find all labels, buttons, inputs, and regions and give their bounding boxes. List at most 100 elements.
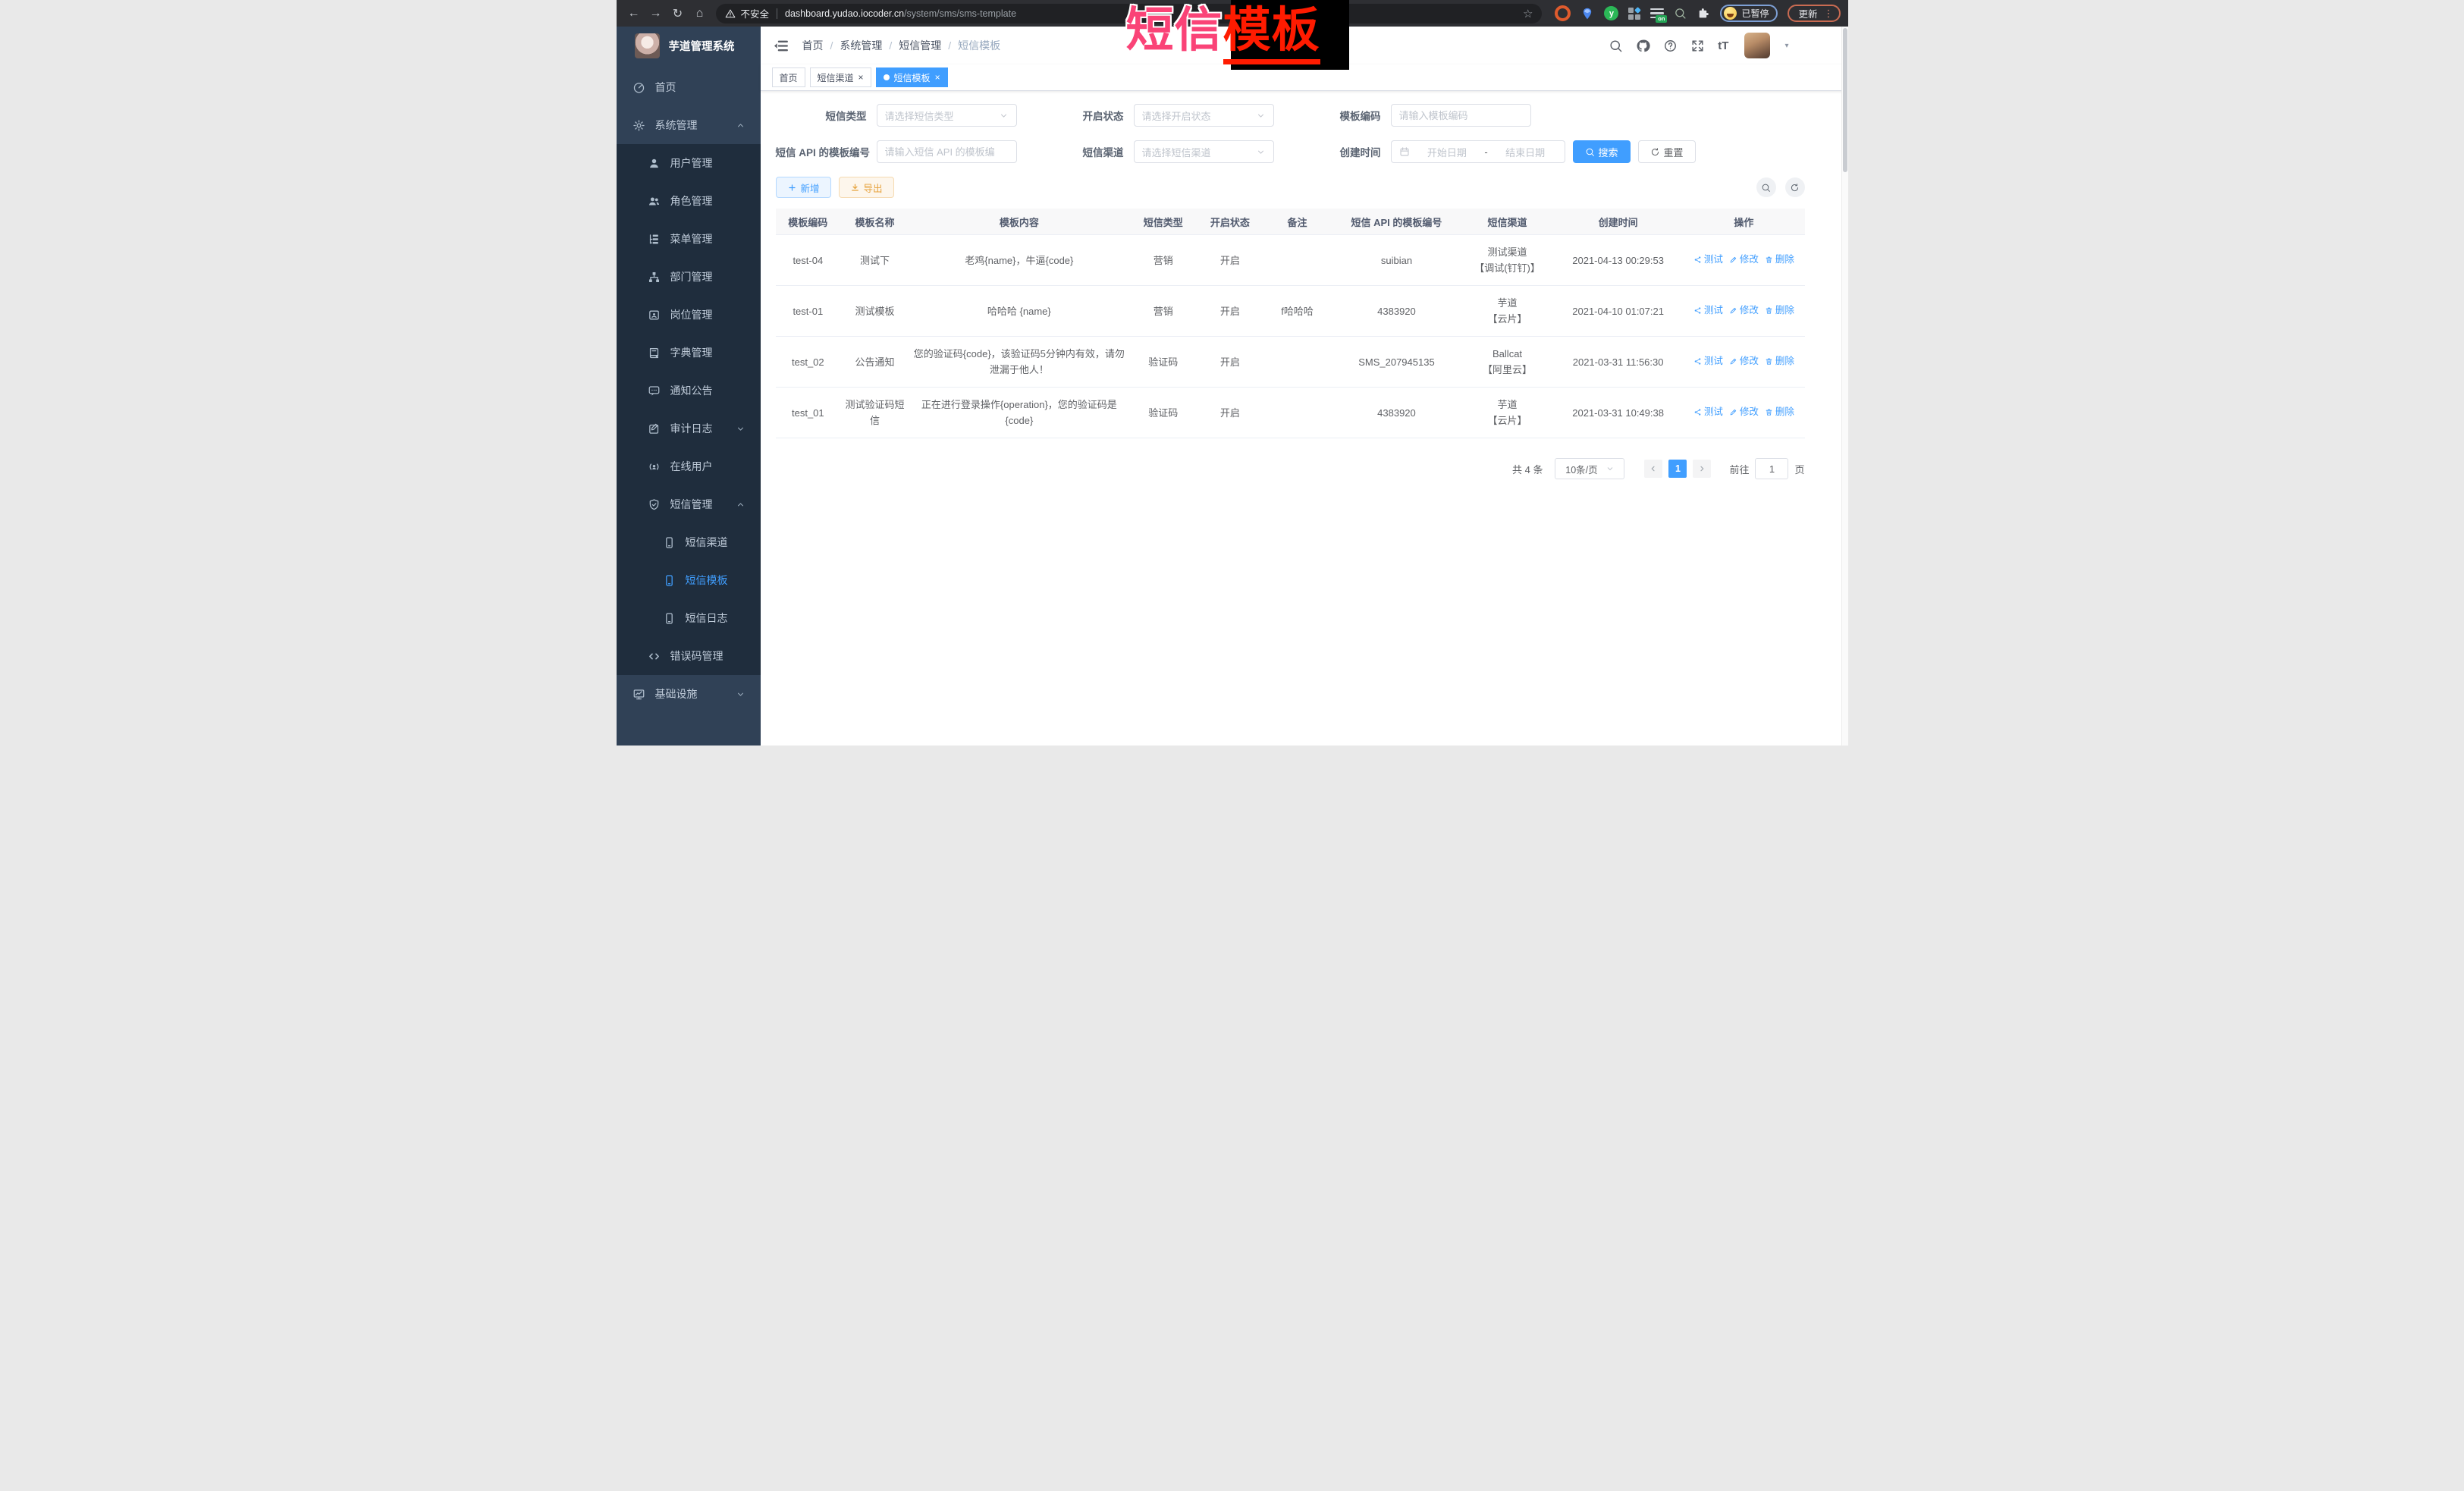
- user-avatar[interactable]: [1744, 33, 1770, 58]
- browser-reload-icon[interactable]: ↻: [668, 4, 688, 24]
- address-bar[interactable]: 不安全 dashboard.yudao.iocoder.cn/system/sm…: [716, 4, 1543, 24]
- cell-status: 开启: [1197, 235, 1263, 286]
- sidebar-collapse-icon[interactable]: [773, 38, 789, 54]
- sms-template-table: 模板编码模板名称模板内容短信类型开启状态备注短信 API 的模板编号短信渠道创建…: [776, 209, 1805, 438]
- profile-paused-chip[interactable]: 已暂停: [1720, 5, 1778, 22]
- sidebar-item-infra[interactable]: 基础设施: [617, 675, 761, 713]
- page-number-1[interactable]: 1: [1668, 460, 1687, 478]
- extension-y-icon[interactable]: y: [1604, 6, 1618, 20]
- sidebar-item-post[interactable]: 岗位管理: [617, 296, 761, 334]
- column-header-name: 模板名称: [840, 209, 909, 235]
- column-header-create_time: 创建时间: [1553, 209, 1683, 235]
- row-action-delete[interactable]: 删除: [1765, 353, 1794, 369]
- sidebar-item-sms-log[interactable]: 短信日志: [617, 599, 761, 637]
- row-action-delete[interactable]: 删除: [1765, 404, 1794, 420]
- sidebar-item-sms-channel[interactable]: 短信渠道: [617, 523, 761, 561]
- fullscreen-icon[interactable]: [1690, 39, 1705, 53]
- tab-sms-template[interactable]: 短信模板 ×: [876, 67, 948, 87]
- breadcrumb-separator: /: [830, 39, 833, 52]
- add-button[interactable]: 新增: [776, 177, 831, 198]
- sidebar-item-system[interactable]: 系统管理: [617, 106, 761, 144]
- chevron-down-icon: [1256, 111, 1266, 121]
- tab-home[interactable]: 首页: [772, 67, 805, 87]
- cell-api_template_id: 4383920: [1332, 388, 1461, 438]
- row-action-test[interactable]: 测试: [1693, 404, 1723, 420]
- kebab-menu-icon[interactable]: ⋮: [1824, 8, 1834, 20]
- sidebar-item-sms-template[interactable]: 短信模板: [617, 561, 761, 599]
- extension-grid-icon[interactable]: [1628, 8, 1640, 20]
- cell-channel: 芋道 【云片】: [1461, 388, 1553, 438]
- sidebar-item-home[interactable]: 首页: [617, 68, 761, 106]
- reset-button[interactable]: 重置: [1638, 140, 1696, 163]
- filter-create-time-daterange[interactable]: 开始日期 - 结束日期: [1391, 140, 1565, 163]
- sidebar-item-user[interactable]: 用户管理: [617, 144, 761, 182]
- sidebar-item-online-user[interactable]: 在线用户: [617, 447, 761, 485]
- tab-close-icon[interactable]: ×: [858, 73, 864, 82]
- filter-enable-status-select[interactable]: 请选择开启状态: [1134, 104, 1274, 127]
- cell-status: 开启: [1197, 388, 1263, 438]
- row-action-edit[interactable]: 修改: [1729, 353, 1759, 369]
- github-icon[interactable]: [1636, 39, 1650, 53]
- font-size-icon[interactable]: tT: [1718, 39, 1728, 52]
- filter-sms-channel-select[interactable]: 请选择短信渠道: [1134, 140, 1274, 163]
- extension-list-icon[interactable]: on: [1650, 8, 1664, 20]
- sidebar-item-error-code[interactable]: 错误码管理: [617, 637, 761, 675]
- sidebar-item-role[interactable]: 角色管理: [617, 182, 761, 220]
- extension-pin-icon[interactable]: [1580, 7, 1594, 20]
- avatar-caret-down-icon[interactable]: ▾: [1784, 42, 1788, 50]
- row-action-edit[interactable]: 修改: [1729, 252, 1759, 268]
- sidebar-item-dict[interactable]: 字典管理: [617, 334, 761, 372]
- sidebar: 芋道管理系统 首页 系统管理 用户管理 角色管理 菜单管理 部门管理 岗位管理: [617, 27, 761, 746]
- extension-ring-icon[interactable]: [1555, 5, 1571, 21]
- breadcrumb-item-0[interactable]: 首页: [802, 38, 824, 53]
- extensions-puzzle-icon[interactable]: [1697, 7, 1710, 20]
- search-icon[interactable]: [1609, 39, 1623, 53]
- bookmark-star-icon[interactable]: ☆: [1523, 7, 1533, 20]
- tab-close-icon[interactable]: ×: [935, 73, 940, 82]
- window-scrollbar[interactable]: [1841, 27, 1848, 746]
- app-logo[interactable]: 芋道管理系统: [617, 27, 761, 64]
- not-secure-warning-icon: [725, 8, 736, 19]
- sidebar-item-sms[interactable]: 短信管理: [617, 485, 761, 523]
- page-size-select[interactable]: 10条/页: [1555, 458, 1624, 479]
- row-action-delete[interactable]: 删除: [1765, 252, 1794, 268]
- next-page-button[interactable]: [1693, 460, 1711, 478]
- filter-template-code-input[interactable]: [1391, 104, 1531, 127]
- row-action-edit[interactable]: 修改: [1729, 303, 1759, 319]
- goto-page-input[interactable]: [1755, 458, 1788, 479]
- cell-type: 验证码: [1129, 337, 1197, 388]
- browser-forward-icon[interactable]: →: [646, 4, 666, 24]
- breadcrumb-item-1[interactable]: 系统管理: [840, 38, 882, 53]
- browser-update-button[interactable]: 更新 ⋮: [1788, 5, 1840, 22]
- sidebar-item-dept[interactable]: 部门管理: [617, 258, 761, 296]
- prev-page-button[interactable]: [1644, 460, 1662, 478]
- export-button[interactable]: 导出: [839, 177, 894, 198]
- tab-sms-channel[interactable]: 短信渠道 ×: [810, 67, 871, 87]
- breadcrumb-item-2[interactable]: 短信管理: [899, 38, 941, 53]
- cell-type: 验证码: [1129, 388, 1197, 438]
- cell-create_time: 2021-04-13 00:29:53: [1553, 235, 1683, 286]
- filter-sms-type-select[interactable]: 请选择短信类型: [877, 104, 1017, 127]
- toggle-search-button[interactable]: [1756, 177, 1776, 197]
- search-button[interactable]: 搜索: [1573, 140, 1631, 163]
- goto-label: 前往: [1729, 462, 1749, 476]
- scrollbar-thumb[interactable]: [1843, 28, 1847, 172]
- sidebar-item-menu[interactable]: 菜单管理: [617, 220, 761, 258]
- sidebar-item-notice[interactable]: 通知公告: [617, 372, 761, 410]
- extension-magnifier-icon[interactable]: [1674, 7, 1687, 20]
- sidebar-item-audit-log[interactable]: 审计日志: [617, 410, 761, 447]
- row-action-edit[interactable]: 修改: [1729, 404, 1759, 420]
- row-action-test[interactable]: 测试: [1693, 303, 1723, 319]
- row-action-delete[interactable]: 删除: [1765, 303, 1794, 319]
- filter-api-template-id-input[interactable]: [877, 140, 1017, 163]
- refresh-table-button[interactable]: [1785, 177, 1805, 197]
- help-icon[interactable]: [1663, 39, 1678, 53]
- browser-home-icon[interactable]: ⌂: [690, 4, 710, 24]
- browser-back-icon[interactable]: ←: [624, 4, 644, 24]
- row-action-test[interactable]: 测试: [1693, 252, 1723, 268]
- not-secure-label: 不安全: [741, 6, 770, 20]
- sidebar-item-label: 系统管理: [655, 118, 698, 133]
- active-tab-dot: [884, 74, 890, 80]
- edit-icon: [1729, 256, 1737, 264]
- row-action-test[interactable]: 测试: [1693, 353, 1723, 369]
